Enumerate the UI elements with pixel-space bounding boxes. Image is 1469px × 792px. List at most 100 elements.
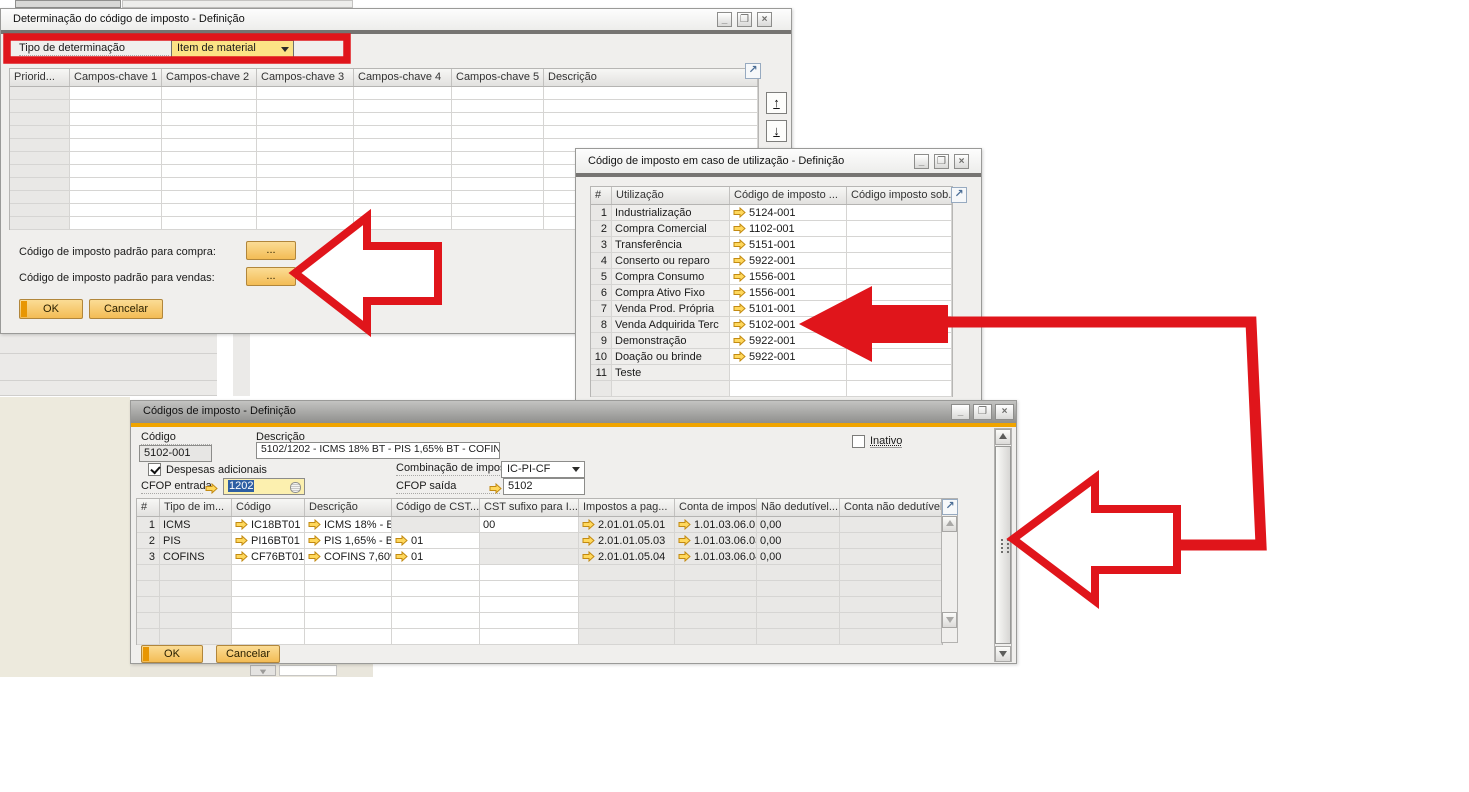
close-icon[interactable]: ×	[757, 12, 772, 27]
cell-tipo[interactable]	[160, 597, 232, 613]
cell-utilizacao[interactable]: Transferência	[612, 237, 730, 253]
move-row-up-button[interactable]: ↑	[766, 92, 787, 114]
cell-n[interactable]: 5	[591, 269, 612, 285]
close-icon[interactable]: ×	[995, 404, 1014, 420]
cell-codigo[interactable]: 5922-001	[730, 349, 847, 365]
link-arrow-icon[interactable]	[678, 551, 691, 565]
descricao-field[interactable]: 5102/1202 - ICMS 18% BT - PIS 1,65% BT -…	[256, 442, 500, 459]
cell-c1[interactable]	[70, 87, 162, 100]
cell-prior[interactable]	[10, 204, 70, 217]
cell-tipo[interactable]	[160, 613, 232, 629]
cell-c2[interactable]	[162, 217, 257, 230]
cell-c5[interactable]	[452, 178, 544, 191]
cell-c1[interactable]	[70, 139, 162, 152]
link-arrow-icon[interactable]	[582, 535, 595, 549]
cell-c5[interactable]	[452, 126, 544, 139]
cell-sob[interactable]	[847, 285, 952, 301]
cell-cst[interactable]	[392, 517, 480, 533]
cell-cst_sufixo[interactable]	[480, 613, 579, 629]
cell-cst_sufixo[interactable]	[480, 629, 579, 645]
cell-c5[interactable]	[452, 165, 544, 178]
cell-nao_dedutivel[interactable]	[757, 613, 840, 629]
cell-conta[interactable]	[675, 597, 757, 613]
cell-codigo[interactable]: 1556-001	[730, 285, 847, 301]
cell-prior[interactable]	[10, 152, 70, 165]
cell-impostos[interactable]	[579, 629, 675, 645]
expand-grid-icon[interactable]: ↗	[745, 63, 761, 79]
cell-n[interactable]: 3	[591, 237, 612, 253]
cell-n[interactable]	[137, 597, 160, 613]
cell-sob[interactable]	[847, 381, 952, 397]
maximize-icon[interactable]: ❐	[737, 12, 752, 27]
cell-codigo[interactable]: 1102-001	[730, 221, 847, 237]
cell-n[interactable]: 8	[591, 317, 612, 333]
cell-descricao[interactable]: ICMS 18% - Ba	[305, 517, 392, 533]
cell-nao_dedutivel[interactable]	[757, 565, 840, 581]
link-arrow-icon[interactable]	[308, 519, 321, 533]
table-row[interactable]	[10, 113, 758, 126]
link-arrow-icon[interactable]	[678, 535, 691, 549]
cell-c4[interactable]	[354, 126, 452, 139]
link-arrow-icon[interactable]	[308, 551, 321, 565]
cell-conta_nd[interactable]	[840, 597, 942, 613]
table-row[interactable]	[591, 381, 952, 397]
cell-n[interactable]	[137, 613, 160, 629]
cell-c1[interactable]	[70, 165, 162, 178]
cfop-entrada-field[interactable]: 1202	[223, 478, 305, 495]
codigo-imposto-vendas-browse-button[interactable]: ...	[246, 267, 296, 286]
cell-nao_dedutivel[interactable]	[757, 597, 840, 613]
cell-codigo[interactable]: CF76BT01	[232, 549, 305, 565]
cell-conta[interactable]	[675, 565, 757, 581]
cell-n[interactable]	[137, 565, 160, 581]
cell-codigo[interactable]: 5101-001	[730, 301, 847, 317]
cell-cst_sufixo[interactable]	[480, 549, 579, 565]
link-arrow-icon[interactable]	[733, 255, 746, 269]
cell-conta_nd[interactable]	[840, 565, 942, 581]
maximize-icon[interactable]: ❐	[934, 154, 949, 169]
cell-n[interactable]: 1	[591, 205, 612, 221]
cell-codigo[interactable]: PI16BT01	[232, 533, 305, 549]
cell-c5[interactable]	[452, 87, 544, 100]
cell-sob[interactable]	[847, 269, 952, 285]
cell-conta[interactable]	[675, 581, 757, 597]
table-row[interactable]: 10Doação ou brinde5922-001	[591, 349, 952, 365]
scroll-down-button[interactable]	[995, 646, 1011, 662]
link-arrow-icon[interactable]	[733, 207, 746, 221]
expand-grid-icon[interactable]: ↗	[951, 187, 967, 203]
link-arrow-icon[interactable]	[205, 483, 218, 497]
cell-n[interactable]: 6	[591, 285, 612, 301]
link-arrow-icon[interactable]	[235, 519, 248, 533]
cell-impostos[interactable]	[579, 597, 675, 613]
table-row[interactable]: 1ICMSIC18BT01ICMS 18% - Ba002.01.01.05.0…	[137, 517, 942, 533]
link-arrow-icon[interactable]	[733, 271, 746, 285]
titlebar-codigos[interactable]: Códigos de imposto - Definição _ ❐ ×	[131, 401, 1016, 423]
cell-c2[interactable]	[162, 126, 257, 139]
cell-descricao[interactable]	[305, 597, 392, 613]
cell-sob[interactable]	[847, 237, 952, 253]
cell-utilizacao[interactable]: Compra Ativo Fixo	[612, 285, 730, 301]
cell-c1[interactable]	[70, 191, 162, 204]
cell-nao_dedutivel[interactable]: 0,00	[757, 517, 840, 533]
cell-c3[interactable]	[257, 204, 354, 217]
cell-impostos[interactable]: 2.01.01.05.01	[579, 517, 675, 533]
cell-impostos[interactable]: 2.01.01.05.04	[579, 549, 675, 565]
cell-codigo[interactable]: 1556-001	[730, 269, 847, 285]
table-row[interactable]	[137, 565, 942, 581]
cell-tipo[interactable]: ICMS	[160, 517, 232, 533]
ok-button[interactable]: OK	[141, 645, 203, 663]
table-row[interactable]: 4Conserto ou reparo5922-001	[591, 253, 952, 269]
table-row[interactable]: 1Industrialização5124-001	[591, 205, 952, 221]
cell-c4[interactable]	[354, 178, 452, 191]
cell-c3[interactable]	[257, 87, 354, 100]
cell-cst_sufixo[interactable]	[480, 533, 579, 549]
table-row[interactable]	[137, 629, 942, 645]
cell-codigo[interactable]	[730, 381, 847, 397]
cell-descricao[interactable]	[544, 100, 758, 113]
cell-descricao[interactable]	[305, 581, 392, 597]
cell-conta[interactable]: 1.01.03.06.03	[675, 533, 757, 549]
cell-n[interactable]: 7	[591, 301, 612, 317]
table-row[interactable]	[10, 100, 758, 113]
cell-c4[interactable]	[354, 87, 452, 100]
scrollbar-thumb[interactable]	[995, 446, 1011, 644]
table-row[interactable]: 7Venda Prod. Própria5101-001	[591, 301, 952, 317]
